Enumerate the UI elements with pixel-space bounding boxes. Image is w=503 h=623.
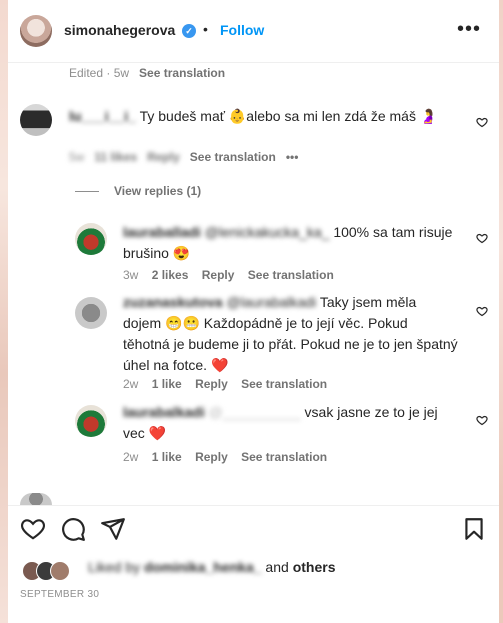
reply-avatar[interactable] [75, 405, 107, 437]
reply-mention[interactable]: @lenickakucka_ka_ [205, 224, 330, 240]
background-edge-right [499, 0, 503, 623]
comment-avatar[interactable] [20, 104, 52, 136]
view-replies-button[interactable]: View replies (1) [114, 184, 201, 198]
comment-time: 5w [69, 150, 85, 164]
header-separator: • [203, 21, 208, 37]
reply-likes[interactable]: 1 like [152, 377, 182, 391]
post-header: simonahegerova ✓ • Follow ••• [8, 0, 499, 63]
reply-mention[interactable]: @laurabalkadi [226, 294, 316, 310]
comment-meta: 5w 11 likes Reply See translation ••• [69, 150, 298, 164]
reply-time: 2w [123, 450, 139, 464]
reply-body: lauraballadi @lenickakucka_ka_ 100% sa t… [123, 222, 458, 264]
liked-by-and: and [261, 559, 293, 575]
liked-by-prefix: Liked by [88, 559, 145, 575]
caption-meta: Edited · 5w See translation [69, 66, 225, 80]
comment-body: lu___i__i_ Ty budeš mať 👶alebo sa mi len… [69, 106, 459, 127]
reply-time: 3w [123, 268, 139, 282]
follow-button[interactable]: Follow [220, 22, 264, 38]
reply-body: laurabalkadi @__________ vsak jasne ze t… [123, 402, 458, 444]
comment-icon[interactable] [60, 516, 86, 542]
comment-username[interactable]: lu___i__i_ [69, 108, 136, 124]
more-options-icon[interactable]: ••• [457, 18, 481, 41]
reply-likes[interactable]: 1 like [152, 450, 182, 464]
comment-text: Ty budeš mať 👶alebo sa mi len zdá že máš… [139, 108, 438, 124]
heart-icon[interactable] [20, 516, 46, 542]
caption-see-translation[interactable]: See translation [139, 66, 225, 80]
reply-see-translation[interactable]: See translation [241, 450, 327, 464]
reply-reply-button[interactable]: Reply [195, 377, 228, 391]
reply-meta: 2w 1 like Reply See translation [123, 377, 327, 391]
liked-by-user[interactable]: dominika_henka_ [144, 559, 262, 575]
next-comment-avatar[interactable] [20, 493, 52, 505]
author-username[interactable]: simonahegerova [64, 22, 175, 38]
reply-see-translation[interactable]: See translation [248, 268, 334, 282]
caption-edited-time: Edited · 5w [69, 66, 130, 80]
comment-more-icon[interactable]: ••• [286, 150, 299, 164]
post-date: SEPTEMBER 30 [20, 589, 100, 600]
background-edge-left [0, 0, 8, 623]
reply-time: 2w [123, 377, 139, 391]
reply-likes[interactable]: 2 likes [152, 268, 189, 282]
post-action-bar [8, 505, 499, 554]
liked-by-text: Liked by dominika_henka_ and others [88, 559, 335, 575]
reply-meta: 3w 2 likes Reply See translation [123, 268, 334, 282]
reply-reply-button[interactable]: Reply [202, 268, 235, 282]
share-icon[interactable] [100, 516, 126, 542]
reply-avatar[interactable] [75, 223, 107, 255]
comment-heart-icon[interactable] [476, 116, 488, 128]
reply-username[interactable]: lauraballadi [123, 224, 201, 240]
reply-heart-icon[interactable] [476, 232, 488, 244]
author-avatar[interactable] [20, 15, 52, 47]
bookmark-icon[interactable] [461, 516, 487, 542]
reply-heart-icon[interactable] [476, 305, 488, 317]
comment-reply-button[interactable]: Reply [147, 150, 180, 164]
comment-likes[interactable]: 11 likes [94, 150, 137, 164]
liked-by-avatars[interactable] [22, 561, 76, 581]
reply-username[interactable]: zuzanaskutova [123, 294, 223, 310]
liked-by-row: Liked by dominika_henka_ and others [8, 553, 499, 583]
reply-username[interactable]: laurabalkadi [123, 404, 205, 420]
liked-avatar [50, 561, 70, 581]
reply-avatar[interactable] [75, 297, 107, 329]
reply-see-translation[interactable]: See translation [241, 377, 327, 391]
reply-meta: 2w 1 like Reply See translation [123, 450, 327, 464]
verified-badge-icon: ✓ [182, 24, 196, 38]
reply-body: zuzanaskutova @laurabalkadi Taky jsem mě… [123, 292, 458, 376]
view-replies-line [75, 191, 99, 192]
comment-see-translation[interactable]: See translation [190, 150, 276, 164]
reply-reply-button[interactable]: Reply [195, 450, 228, 464]
reply-mention[interactable]: @__________ [209, 404, 301, 420]
liked-by-others[interactable]: others [293, 559, 336, 575]
reply-heart-icon[interactable] [476, 414, 488, 426]
